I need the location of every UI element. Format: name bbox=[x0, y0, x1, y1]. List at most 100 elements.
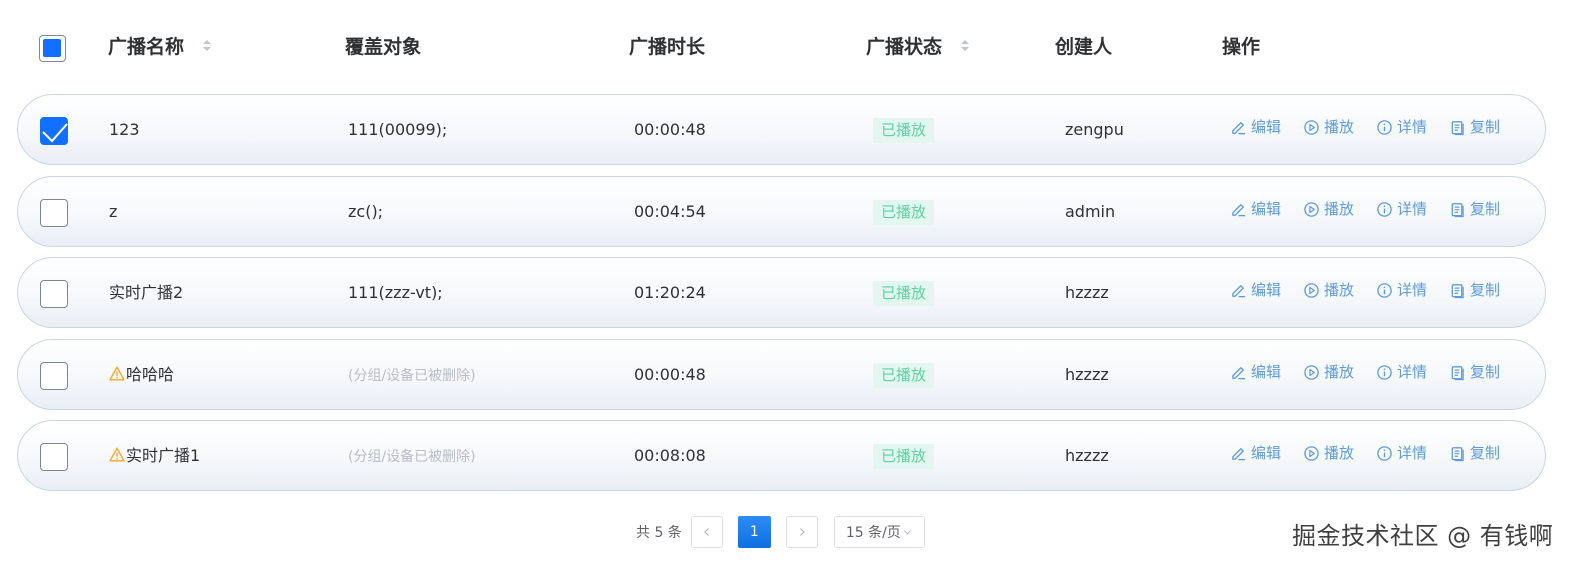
chevron-right-icon bbox=[799, 528, 805, 536]
status-badge: 已播放 bbox=[873, 363, 935, 388]
copy-button[interactable]: 复制 bbox=[1449, 280, 1500, 300]
row-duration: 00:00:48 bbox=[634, 365, 706, 384]
info-circle-icon bbox=[1377, 282, 1392, 298]
edit-label: 编辑 bbox=[1251, 444, 1282, 462]
check-icon bbox=[42, 123, 68, 143]
detail-button[interactable]: 详情 bbox=[1376, 280, 1427, 300]
edit-icon bbox=[1232, 284, 1246, 297]
play-label: 播放 bbox=[1324, 118, 1355, 136]
table-header: 广播名称 覆盖对象 广播时长 广播状态 创建人 操作 bbox=[0, 20, 1579, 74]
detail-label: 详情 bbox=[1397, 118, 1428, 136]
play-label: 播放 bbox=[1324, 363, 1355, 381]
copy-button[interactable]: 复制 bbox=[1449, 362, 1500, 382]
page-number-current[interactable]: 1 bbox=[737, 516, 771, 548]
select-all-checkbox[interactable] bbox=[39, 35, 66, 62]
row-cover: (分组/设备已被删除) bbox=[348, 449, 476, 465]
edit-icon bbox=[1232, 121, 1246, 134]
row-status-cell: 已播放 bbox=[873, 281, 935, 306]
pagination-total: 共 5 条 bbox=[636, 525, 682, 541]
column-header-actions: 操作 bbox=[1222, 36, 1261, 58]
status-badge: 已播放 bbox=[873, 200, 935, 225]
row-checkbox-cell bbox=[40, 280, 68, 308]
row-cover: (分组/设备已被删除) bbox=[348, 368, 476, 384]
play-circle-icon bbox=[1304, 364, 1319, 380]
copy-button[interactable]: 复制 bbox=[1449, 443, 1500, 463]
row-checkbox[interactable] bbox=[40, 117, 68, 145]
play-label: 播放 bbox=[1324, 200, 1355, 218]
row-checkbox[interactable] bbox=[40, 199, 68, 227]
row-checkbox[interactable] bbox=[40, 280, 68, 308]
detail-button[interactable]: 详情 bbox=[1376, 443, 1427, 463]
info-circle-icon bbox=[1377, 445, 1392, 461]
sort-icon[interactable] bbox=[960, 39, 969, 53]
row-name-text: 哈哈哈 bbox=[126, 365, 175, 384]
copy-button[interactable]: 复制 bbox=[1449, 199, 1500, 219]
column-header-status[interactable]: 广播状态 bbox=[866, 35, 969, 59]
column-header-status-label: 广播状态 bbox=[866, 36, 943, 58]
table-row: 哈哈哈 (分组/设备已被删除) 00:00:48 已播放 hzzzz 编辑 播放… bbox=[17, 339, 1546, 410]
play-button[interactable]: 播放 bbox=[1303, 117, 1354, 137]
page-size-select[interactable]: 15 条/页 bbox=[833, 516, 925, 548]
edit-icon bbox=[1232, 366, 1246, 379]
warning-triangle-icon bbox=[109, 366, 125, 381]
edit-button[interactable]: 编辑 bbox=[1230, 443, 1281, 463]
info-circle-icon bbox=[1377, 201, 1392, 217]
detail-label: 详情 bbox=[1397, 200, 1428, 218]
play-button[interactable]: 播放 bbox=[1303, 362, 1354, 382]
copy-icon bbox=[1451, 446, 1464, 461]
detail-button[interactable]: 详情 bbox=[1376, 199, 1427, 219]
row-name: 哈哈哈 bbox=[109, 364, 174, 386]
row-checkbox-cell bbox=[40, 117, 68, 145]
column-header-name[interactable]: 广播名称 bbox=[108, 35, 211, 59]
edit-button[interactable]: 编辑 bbox=[1230, 280, 1281, 300]
info-circle-icon bbox=[1377, 119, 1392, 135]
row-creator: hzzzz bbox=[1065, 283, 1109, 302]
edit-icon bbox=[1232, 447, 1246, 460]
row-actions: 编辑 播放 详情 复制 bbox=[1230, 280, 1500, 300]
prev-page-button[interactable] bbox=[690, 516, 723, 548]
sort-icon[interactable] bbox=[202, 39, 211, 53]
copy-icon bbox=[1451, 283, 1464, 298]
row-checkbox[interactable] bbox=[40, 443, 68, 471]
column-header-name-label: 广播名称 bbox=[108, 36, 185, 58]
copy-label: 复制 bbox=[1470, 281, 1501, 299]
edit-label: 编辑 bbox=[1251, 363, 1282, 381]
edit-button[interactable]: 编辑 bbox=[1230, 199, 1281, 219]
column-header-duration: 广播时长 bbox=[629, 36, 706, 58]
edit-button[interactable]: 编辑 bbox=[1230, 362, 1281, 382]
play-label: 播放 bbox=[1324, 444, 1355, 462]
copy-label: 复制 bbox=[1470, 363, 1501, 381]
play-button[interactable]: 播放 bbox=[1303, 443, 1354, 463]
row-creator: hzzzz bbox=[1065, 365, 1109, 384]
row-status-cell: 已播放 bbox=[873, 444, 935, 469]
next-page-button[interactable] bbox=[785, 516, 818, 548]
copy-button[interactable]: 复制 bbox=[1449, 117, 1500, 137]
column-header-creator: 创建人 bbox=[1055, 36, 1113, 58]
play-circle-icon bbox=[1304, 282, 1319, 298]
watermark: 掘金技术社区 @ 有钱啊 bbox=[1292, 522, 1554, 550]
row-actions: 编辑 播放 详情 复制 bbox=[1230, 443, 1500, 463]
row-duration: 01:20:24 bbox=[634, 283, 706, 302]
play-button[interactable]: 播放 bbox=[1303, 199, 1354, 219]
row-creator: zengpu bbox=[1065, 120, 1124, 139]
status-badge: 已播放 bbox=[873, 444, 935, 469]
row-creator: hzzzz bbox=[1065, 446, 1109, 465]
row-name-text: 123 bbox=[109, 120, 140, 139]
edit-label: 编辑 bbox=[1251, 281, 1282, 299]
play-button[interactable]: 播放 bbox=[1303, 280, 1354, 300]
row-checkbox[interactable] bbox=[40, 362, 68, 390]
row-name-text: 实时广播1 bbox=[126, 446, 201, 465]
chevron-left-icon bbox=[703, 528, 709, 536]
row-actions: 编辑 播放 详情 复制 bbox=[1230, 199, 1500, 219]
table-row: z zc(); 00:04:54 已播放 admin 编辑 播放 详情 复制 bbox=[17, 176, 1546, 247]
table-row: 实时广播2 111(zzz-vt); 01:20:24 已播放 hzzzz 编辑… bbox=[17, 257, 1546, 328]
detail-button[interactable]: 详情 bbox=[1376, 117, 1427, 137]
detail-button[interactable]: 详情 bbox=[1376, 362, 1427, 382]
play-circle-icon bbox=[1304, 445, 1319, 461]
detail-label: 详情 bbox=[1397, 444, 1428, 462]
row-name-text: z bbox=[109, 202, 118, 221]
status-badge: 已播放 bbox=[873, 118, 935, 143]
copy-label: 复制 bbox=[1470, 444, 1501, 462]
edit-button[interactable]: 编辑 bbox=[1230, 117, 1281, 137]
row-checkbox-cell bbox=[40, 199, 68, 227]
